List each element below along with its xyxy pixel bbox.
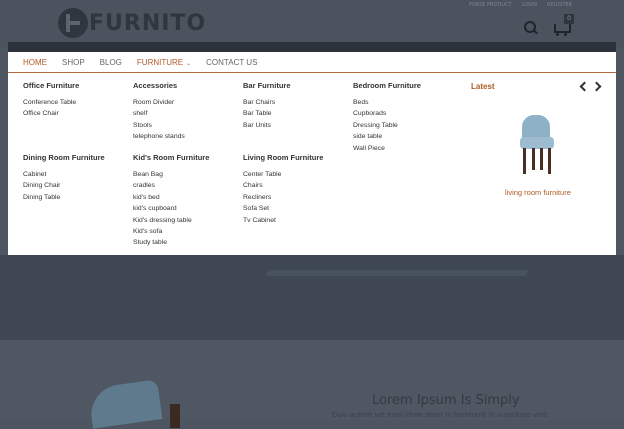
top-link-login[interactable]: LOGIN bbox=[522, 2, 538, 8]
cart-icon[interactable]: 0 bbox=[552, 14, 574, 36]
latest-title: Latest bbox=[471, 82, 495, 91]
nav-furniture[interactable]: FURNITURE ⌄ bbox=[137, 58, 191, 67]
top-link-purse[interactable]: PURSE PRODUCT bbox=[469, 2, 512, 8]
hero-decoration bbox=[230, 270, 530, 336]
menu-link[interactable]: Bean Bag bbox=[133, 169, 209, 180]
main-nav: HOME SHOP BLOG FURNITURE ⌄ CONTACT US bbox=[8, 52, 616, 73]
menu-link[interactable]: Recliners bbox=[243, 192, 323, 203]
menu-column-living: Living Room Furniture Center Table Chair… bbox=[243, 153, 323, 226]
chevron-down-icon: ⌄ bbox=[186, 60, 192, 67]
menu-link[interactable]: Bar Table bbox=[243, 108, 291, 119]
feature-chair-image bbox=[87, 379, 186, 429]
latest-product-link[interactable]: living room furniture bbox=[505, 188, 571, 197]
menu-column-kids: Kid's Room Furniture Bean Bag cradles ki… bbox=[133, 153, 209, 249]
mega-menu: HOME SHOP BLOG FURNITURE ⌄ CONTACT US Off… bbox=[8, 52, 616, 255]
menu-link[interactable]: Kid's sofa bbox=[133, 226, 209, 237]
menu-column-accessories: Accessories Room Divider shelf Stools te… bbox=[133, 81, 185, 143]
column-title: Dining Room Furniture bbox=[23, 153, 105, 162]
menu-link[interactable]: Conference Table bbox=[23, 97, 79, 108]
logo-icon bbox=[58, 8, 88, 38]
column-title: Bar Furniture bbox=[243, 81, 291, 90]
menu-link[interactable]: Office Chair bbox=[23, 108, 79, 119]
search-icon[interactable] bbox=[524, 21, 538, 35]
menu-link[interactable]: Dressing Table bbox=[353, 120, 421, 131]
nav-shop[interactable]: SHOP bbox=[62, 58, 85, 67]
menu-link[interactable]: Cabinet bbox=[23, 169, 105, 180]
feature-subtitle: Duis autem vel eum iriure dolor in hendr… bbox=[332, 411, 548, 419]
menu-link[interactable]: Kid's dressing table bbox=[133, 215, 209, 226]
menu-link[interactable]: Center Table bbox=[243, 169, 323, 180]
column-title: Living Room Furniture bbox=[243, 153, 324, 162]
nav-contact[interactable]: CONTACT US bbox=[206, 58, 257, 67]
nav-furniture-label: FURNITURE bbox=[136, 57, 184, 67]
menu-link[interactable]: Tv Cabinet bbox=[243, 215, 323, 226]
column-title: Bedroom Furniture bbox=[353, 81, 421, 90]
menu-link[interactable]: Dining Chair bbox=[23, 180, 105, 191]
menu-link[interactable]: cradles bbox=[133, 180, 209, 191]
menu-column-bar: Bar Furniture Bar Chairs Bar Table Bar U… bbox=[243, 81, 291, 131]
menu-link[interactable]: Dining Table bbox=[23, 192, 105, 203]
menu-column-bedroom: Bedroom Furniture Beds Cupborads Dressin… bbox=[353, 81, 421, 154]
nav-backdrop bbox=[8, 42, 616, 52]
menu-column-office: Office Furniture Conference Table Office… bbox=[23, 81, 79, 120]
chevron-left-icon[interactable] bbox=[579, 81, 590, 92]
menu-link[interactable]: side table bbox=[353, 131, 421, 142]
nav-blog[interactable]: BLOG bbox=[100, 58, 122, 67]
menu-link[interactable]: kid's bed bbox=[133, 192, 209, 203]
menu-link[interactable]: Sofa Set bbox=[243, 203, 323, 214]
latest-carousel-controls bbox=[579, 81, 602, 92]
menu-link[interactable]: Bar Chairs bbox=[243, 97, 291, 108]
logo[interactable]: FURNITO bbox=[58, 8, 206, 38]
menu-link[interactable]: kid's cupboard bbox=[133, 203, 209, 214]
menu-link[interactable]: Bar Units bbox=[243, 120, 291, 131]
menu-link[interactable]: telephone stands bbox=[133, 131, 185, 142]
cart-count-badge: 0 bbox=[564, 14, 574, 24]
menu-link[interactable]: Chairs bbox=[243, 180, 323, 191]
menu-link[interactable]: Wall Piece bbox=[353, 143, 421, 154]
menu-link[interactable]: Room Divider bbox=[133, 97, 185, 108]
menu-link[interactable]: shelf bbox=[133, 108, 185, 119]
menu-link[interactable]: Stools bbox=[133, 120, 185, 131]
top-link-register[interactable]: REGISTER bbox=[547, 2, 572, 8]
menu-column-dining: Dining Room Furniture Cabinet Dining Cha… bbox=[23, 153, 105, 203]
menu-link[interactable]: Beds bbox=[353, 97, 421, 108]
chevron-right-icon[interactable] bbox=[591, 81, 602, 92]
top-links: PURSE PRODUCT LOGIN REGISTER bbox=[469, 2, 572, 8]
site-header: FURNITO PURSE PRODUCT LOGIN REGISTER 0 bbox=[0, 0, 624, 48]
logo-text: FURNITO bbox=[89, 10, 207, 36]
column-title: Office Furniture bbox=[23, 81, 80, 90]
latest-product-image[interactable] bbox=[518, 115, 556, 175]
column-title: Kid's Room Furniture bbox=[133, 153, 210, 162]
column-title: Accessories bbox=[133, 81, 178, 90]
menu-link[interactable]: Cupborads bbox=[353, 108, 421, 119]
feature-title: Lorem Ipsum Is Simply bbox=[372, 393, 520, 408]
menu-link[interactable]: Study table bbox=[133, 237, 209, 248]
nav-home[interactable]: HOME bbox=[23, 58, 47, 67]
